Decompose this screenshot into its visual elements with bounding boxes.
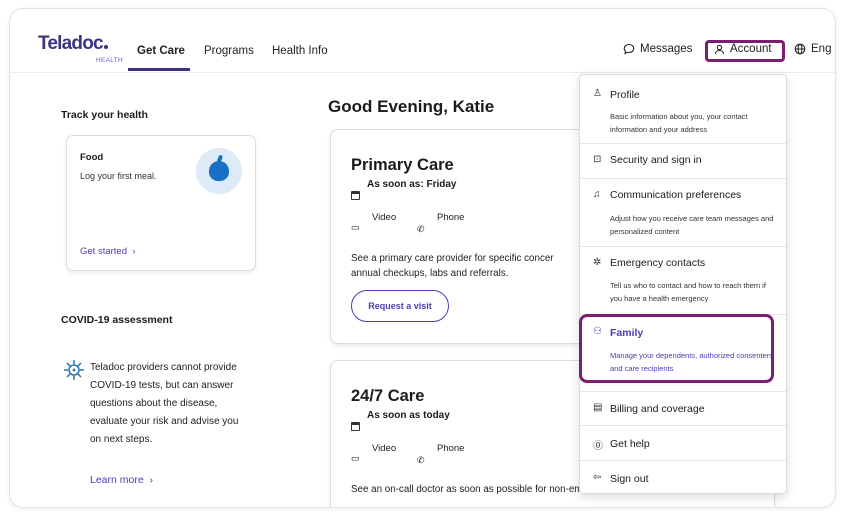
learn-more-link[interactable]: Learn more › [90,474,153,486]
video-icon: ▭ [351,453,360,463]
teladoc-logo[interactable]: Teladoc HEALTH [38,33,123,64]
account-dropdown-menu: ♙ Profile Basic information about you, y… [579,74,787,494]
top-header: Teladoc HEALTH Get Care Programs Health … [10,9,835,73]
tab-programs[interactable]: Programs [204,45,254,57]
chat-bubble-icon [623,43,635,55]
care-description: See a primary care provider for specific… [351,253,554,279]
language-selector[interactable]: Eng [794,43,831,55]
food-title: Food [80,152,104,163]
menu-label: Communication preferences [610,189,742,201]
phone-icon: ✆ [417,455,425,465]
menu-description: Basic information about you, your contac… [610,112,748,134]
menu-item-profile[interactable]: ♙ Profile Basic information about you, y… [580,75,786,142]
care-availability: As soon as today [367,410,450,421]
account-highlight-box [705,40,785,62]
chevron-right-icon: › [129,246,136,257]
learn-more-label: Learn more [90,474,144,486]
tab-health-info[interactable]: Health Info [272,45,328,57]
phone-icon: ✆ [417,224,425,234]
menu-item-billing[interactable]: ▤ Billing and coverage [580,392,786,425]
globe-icon [794,43,806,55]
calendar-icon [351,422,360,431]
asterisk-icon: ✲ [593,257,602,268]
apple-icon [196,148,242,194]
menu-label: Emergency contacts [610,257,706,269]
chevron-right-icon: › [146,474,154,486]
greeting-heading: Good Evening, Katie [328,97,495,116]
logo-dot [103,45,108,49]
phone-label: Phone [437,212,465,223]
family-highlight-box [579,314,774,383]
menu-label: Security and sign in [610,154,702,166]
messages-link[interactable]: Messages [623,43,692,55]
calendar-icon [351,191,360,200]
covid-heading: COVID-19 assessment [61,314,173,326]
video-label: Video [372,212,397,223]
menu-label: Profile [610,89,640,101]
video-icon: ▭ [351,222,360,232]
get-started-link[interactable]: Get started › [80,246,135,257]
get-started-label: Get started [80,246,127,257]
language-label: Eng [811,43,832,55]
lock-icon: ⊡ [593,154,602,165]
menu-label: Sign out [610,473,649,485]
sign-out-icon: ⇦ [593,472,602,483]
logo-subtext: HEALTH [96,57,123,64]
care-availability: As soon as: Friday [367,179,457,190]
food-subtitle: Log your first meal. [80,171,157,181]
menu-description: Tell us who to contact and how to reach … [610,281,766,303]
video-label: Video [372,443,397,454]
app-window: Teladoc HEALTH Get Care Programs Health … [9,8,836,508]
phone-label: Phone [437,443,465,454]
menu-item-emergency-contacts[interactable]: ✲ Emergency contacts Tell us who to cont… [580,247,786,313]
help-icon: ⓪ [593,441,603,452]
messages-label: Messages [640,43,693,55]
food-tracker-card[interactable]: Food Log your first meal. Get started › [66,135,256,271]
menu-item-help[interactable]: ⓪ Get help [580,426,786,459]
care-title: 24/7 Care [351,387,425,405]
user-icon: ♙ [593,88,602,99]
care-title: Primary Care [351,156,454,174]
menu-label: Billing and coverage [610,403,705,415]
menu-label: Get help [610,438,650,450]
bell-icon: ♫ [593,189,601,200]
track-health-heading: Track your health [61,109,148,121]
menu-item-security[interactable]: ⊡ Security and sign in [580,144,786,177]
card-icon: ▤ [593,402,603,413]
request-visit-button[interactable]: Request a visit [351,290,449,322]
virus-icon [63,359,85,381]
menu-item-sign-out[interactable]: ⇦ Sign out [580,461,786,494]
menu-description: Adjust how you receive care team message… [610,214,774,236]
tab-get-care[interactable]: Get Care [137,45,185,57]
menu-item-communication[interactable]: ♫ Communication preferences Adjust how y… [580,179,786,245]
logo-text: Teladoc [38,33,104,54]
covid-description: Teladoc providers cannot provide COVID-1… [90,362,239,445]
active-tab-indicator [128,68,190,71]
